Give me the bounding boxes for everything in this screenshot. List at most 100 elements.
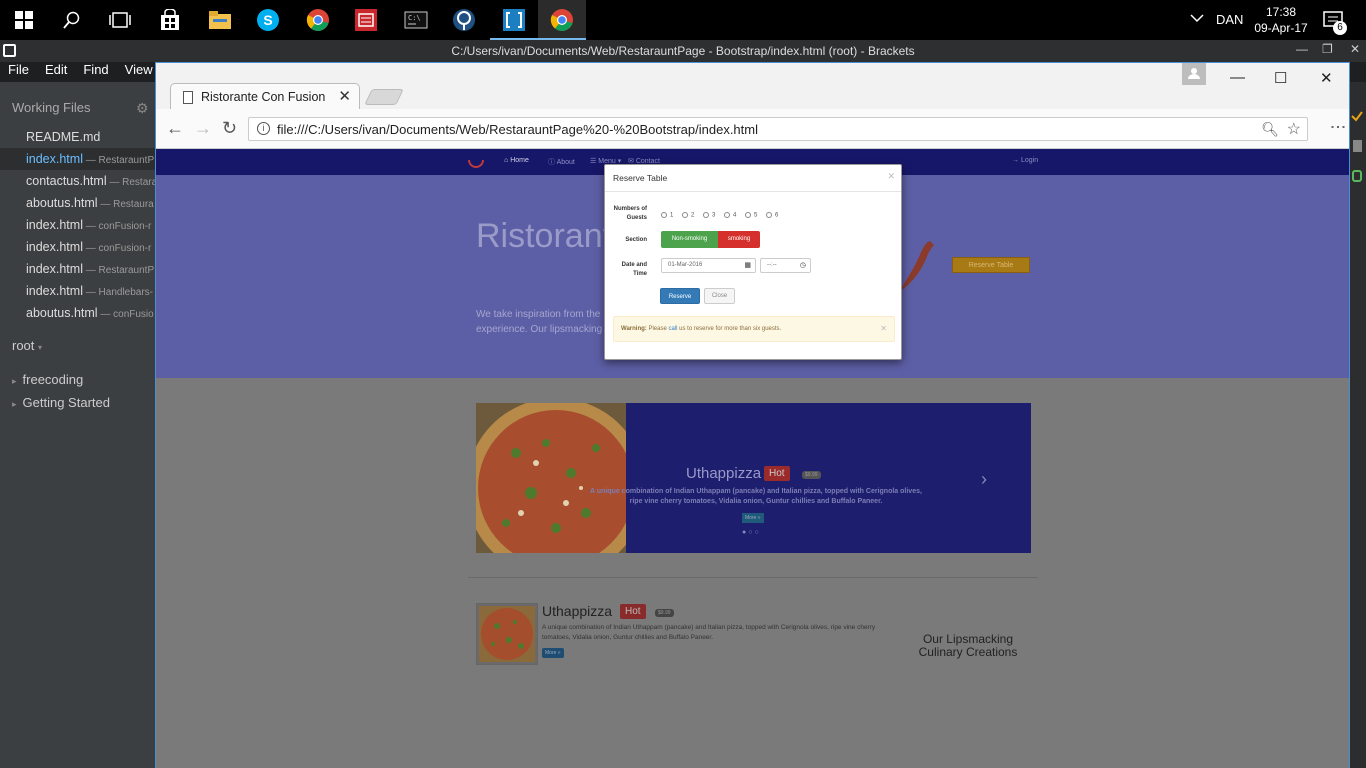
chevron-down-icon: ▾ — [38, 343, 43, 352]
site-logo-icon[interactable] — [468, 156, 484, 170]
terminal-icon[interactable]: C:\ — [392, 0, 440, 40]
brackets-right-gutter — [1349, 82, 1366, 768]
divider — [468, 577, 1038, 578]
svg-text:S: S — [263, 12, 272, 28]
time-input[interactable]: --:-- ◷ — [760, 258, 811, 273]
menu-find[interactable]: Find — [83, 62, 108, 82]
featured-more-button[interactable]: More » — [542, 648, 564, 658]
file-name: index.html — [26, 218, 83, 232]
guest-radio-5[interactable]: 5 — [745, 212, 757, 219]
git-icon[interactable] — [1352, 170, 1362, 182]
extension-manager-icon[interactable] — [1353, 140, 1362, 152]
menu-edit[interactable]: Edit — [45, 62, 67, 82]
address-bar[interactable]: i file:///C:/Users/ivan/Documents/Web/Re… — [248, 117, 1308, 141]
working-file-item[interactable]: contactus.html — Restara — [0, 170, 156, 192]
chrome-icon[interactable] — [294, 0, 342, 40]
tree-folder-getting-started[interactable]: Getting Started — [12, 395, 110, 410]
working-file-item[interactable]: aboutus.html — Restaura — [0, 192, 156, 214]
price-badge: $9.99 — [655, 609, 674, 617]
datetime-label: Date and Time — [621, 262, 647, 277]
language-indicator[interactable]: DAN — [1216, 12, 1243, 27]
carousel-more-button[interactable]: More » — [742, 513, 764, 523]
nav-about[interactable]: ⓘ About — [548, 157, 575, 167]
nav-home[interactable]: ⌂ Home — [504, 157, 529, 164]
carousel-next-icon[interactable]: › — [981, 469, 987, 490]
search-icon[interactable] — [48, 0, 96, 40]
guest-radio-3[interactable]: 3 — [703, 212, 715, 219]
menu-view[interactable]: View — [125, 62, 153, 82]
page-icon — [183, 91, 193, 104]
working-file-item[interactable]: index.html — conFusion-r — [0, 214, 156, 236]
reload-icon[interactable]: ↻ — [222, 118, 237, 139]
file-path: — Handlebars- — [82, 287, 154, 298]
guest-radio-2[interactable]: 2 — [682, 212, 694, 219]
info-icon[interactable]: i — [257, 122, 270, 135]
reserve-table-modal: Reserve Table ✕ Numbers of Guests 1 2 3 … — [604, 164, 902, 360]
nav-login[interactable]: → Login — [1012, 157, 1038, 164]
alert-close-icon[interactable]: ✕ — [880, 324, 887, 333]
file-name: index.html — [26, 240, 83, 254]
skype-icon[interactable]: S — [244, 0, 292, 40]
working-file-item[interactable]: index.html — Handlebars- — [0, 280, 156, 302]
modal-close-icon[interactable]: ✕ — [887, 171, 895, 182]
working-file-item[interactable]: README.md — [0, 126, 156, 148]
file-name: index.html — [26, 284, 83, 298]
tree-folder-freecoding[interactable]: freecoding — [12, 372, 84, 387]
guest-radio-1[interactable]: 1 — [661, 212, 673, 219]
back-arrow-icon[interactable]: ← — [166, 118, 184, 139]
chrome-menu-icon[interactable]: ⋮ — [1328, 119, 1347, 135]
brackets-close-icon[interactable]: ✕ — [1350, 42, 1360, 56]
carousel-dot[interactable]: ○ — [754, 529, 760, 536]
working-file-item-selected[interactable]: index.html — RestarauntP — [0, 148, 156, 170]
windows-start-icon[interactable] — [0, 0, 48, 40]
file-path: — conFusion-r — [82, 243, 152, 254]
news-icon[interactable] — [342, 0, 390, 40]
non-smoking-button[interactable]: Non-smoking — [661, 231, 718, 248]
nav-login-label: Login — [1020, 157, 1039, 164]
warning-post: us to reserve for more than six guests. — [679, 326, 782, 332]
brackets-minimize-icon[interactable]: — — [1296, 42, 1308, 56]
chrome-active-icon[interactable] — [538, 0, 586, 40]
tab-close-icon[interactable]: ✕ — [338, 87, 351, 105]
chrome-minimize-icon[interactable]: — — [1230, 69, 1245, 86]
carousel-indicators[interactable]: ●○○ — [742, 529, 761, 536]
new-tab-button[interactable] — [364, 89, 404, 105]
call-link[interactable]: call — [668, 326, 677, 332]
clock[interactable]: 17:38 09-Apr-17 — [1252, 4, 1310, 36]
guest-radio-4[interactable]: 4 — [724, 212, 736, 219]
smoking-button[interactable]: smoking — [718, 231, 760, 248]
guest-radio-6[interactable]: 6 — [766, 212, 778, 219]
forward-arrow-icon[interactable]: → — [194, 118, 212, 139]
menu-file[interactable]: File — [8, 62, 29, 82]
file-explorer-icon[interactable] — [196, 0, 244, 40]
chrome-maximize-icon[interactable]: ☐ — [1274, 69, 1287, 87]
sourcetree-icon[interactable] — [440, 0, 488, 40]
carousel-description: A unique combination of Indian Uthappam … — [590, 488, 922, 505]
close-button[interactable]: Close — [704, 288, 735, 304]
chili-logo-icon — [900, 241, 934, 291]
chrome-tabbar: Ristorante Con Fusion ✕ — ☐ ✕ — [156, 63, 1349, 111]
reserve-table-button[interactable]: Reserve Table — [952, 257, 1030, 273]
brackets-icon[interactable] — [490, 0, 538, 40]
working-file-item[interactable]: index.html — conFusion-r — [0, 236, 156, 258]
live-preview-icon[interactable] — [1351, 110, 1363, 122]
bookmark-star-icon[interactable]: ☆ — [1287, 119, 1301, 139]
project-root-dropdown[interactable]: root ▾ — [12, 338, 42, 353]
tray-chevron-icon[interactable] — [1190, 11, 1204, 25]
nav-home-label: Home — [510, 157, 529, 164]
working-file-item[interactable]: aboutus.html — conFusio — [0, 302, 156, 324]
working-files-header: Working Files — [12, 100, 91, 115]
windows-taskbar: S C:\ DAN 17:38 09-Apr-17 6 — [0, 0, 1366, 40]
brackets-maximize-icon[interactable]: ❐ — [1322, 42, 1333, 56]
profile-icon[interactable] — [1182, 63, 1206, 85]
zoom-icon[interactable]: 🔍︎ — [1261, 121, 1279, 138]
working-file-item[interactable]: index.html — RestarauntP — [0, 258, 156, 280]
browser-tab[interactable]: Ristorante Con Fusion ✕ — [170, 83, 360, 111]
date-input[interactable]: 01-Mar-2016 ▦ — [661, 258, 756, 273]
reserve-button[interactable]: Reserve — [660, 288, 700, 304]
carousel-title: Uthappizza — [686, 465, 762, 482]
gear-icon[interactable]: ⚙ — [136, 100, 149, 117]
store-icon[interactable] — [146, 0, 194, 40]
task-view-icon[interactable] — [96, 0, 144, 40]
chrome-close-icon[interactable]: ✕ — [1320, 69, 1333, 87]
